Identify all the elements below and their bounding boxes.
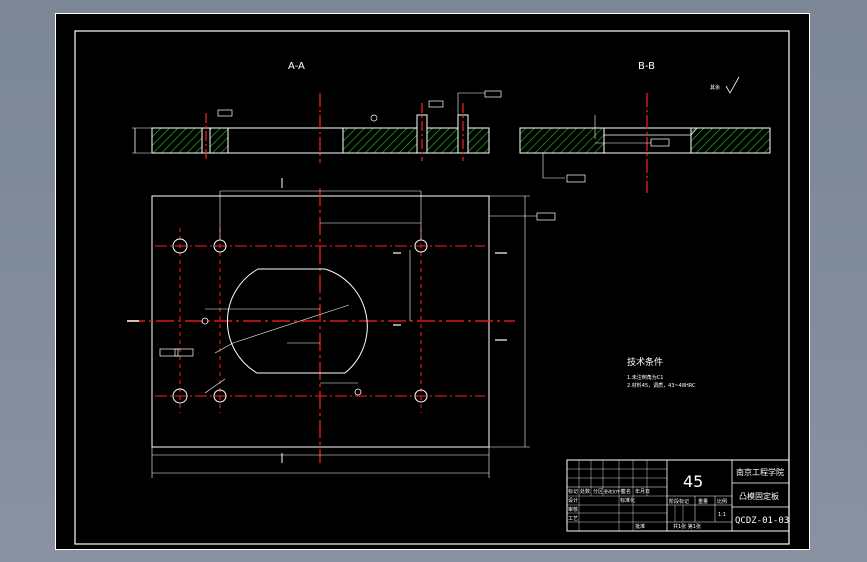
- cad-viewport: A-A B-B 其余 技术条件 1.未注倒角为C1 2.材料45，调质，43~4…: [0, 0, 867, 562]
- tb-mark: 标记: [568, 488, 578, 495]
- tb-part-name: 凸模固定板: [739, 491, 779, 501]
- section-bb-view: [519, 93, 771, 193]
- hatch-block-4: [690, 127, 771, 154]
- tech-title: 技术条件: [627, 356, 663, 368]
- tb-check: 审核: [568, 506, 578, 513]
- tb-date: 年月日: [635, 488, 650, 495]
- outer-frame: [55, 13, 810, 550]
- tb-process: 工艺: [568, 516, 578, 522]
- section-aa-label: A-A: [288, 61, 305, 72]
- tb-material: 45: [683, 472, 703, 491]
- tech-line-2: 2.材料45，调质，43~48HRC: [627, 382, 696, 389]
- tech-line-1: 1.未注倒角为C1: [627, 374, 663, 381]
- tb-weight: 重量: [698, 498, 708, 505]
- tb-sheet-info: 共1张 第1张: [673, 523, 701, 530]
- roughness-note: 其余: [710, 84, 720, 91]
- title-block-text: 标记 处数 分区 更改文件号 签名 年月日 设计 标准化 审核 工艺 批准 阶段…: [568, 467, 789, 530]
- inner-frame: [74, 30, 790, 545]
- section-bb-label: B-B: [638, 61, 655, 72]
- plan-view: [127, 178, 556, 478]
- hole-small-bottom: [354, 388, 362, 396]
- tb-approve: 批准: [635, 523, 645, 530]
- roughness-symbol: 其余: [710, 76, 740, 94]
- drawing-sheet: A-A B-B 其余 技术条件 1.未注倒角为C1 2.材料45，调质，43~4…: [55, 13, 810, 550]
- tb-standardize: 标准化: [620, 497, 635, 504]
- tb-signature: 签名: [621, 488, 631, 495]
- tb-drawing-number: QCDZ-01-03: [735, 516, 789, 526]
- tb-stage-mark: 阶段标记: [669, 498, 689, 505]
- tb-design: 设计: [568, 497, 578, 504]
- hatch-block-1: [151, 127, 229, 154]
- tb-count: 处数: [580, 488, 590, 495]
- tb-scale-label: 比例: [717, 498, 727, 505]
- tech-requirements: 技术条件 1.未注倒角为C1 2.材料45，调质，43~48HRC: [627, 356, 696, 389]
- hatch-block-3: [519, 127, 605, 154]
- tb-school: 南京工程学院: [736, 467, 784, 477]
- drawing-canvas: A-A B-B 其余 技术条件 1.未注倒角为C1 2.材料45，调质，43~4…: [55, 13, 810, 550]
- tb-scale: 1:1: [718, 512, 726, 518]
- tb-zone: 分区: [593, 488, 603, 495]
- section-aa-view: [132, 90, 502, 163]
